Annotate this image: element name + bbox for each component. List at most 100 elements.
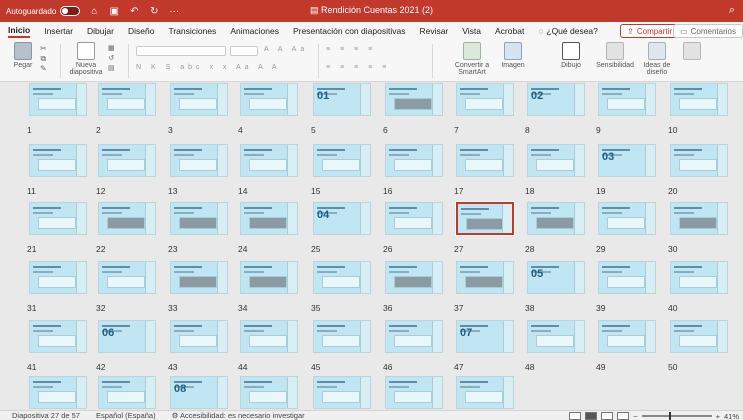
slide-thumbnail[interactable]: 07 — [456, 320, 514, 353]
autosave[interactable]: Autoguardado — [6, 6, 81, 16]
comments-button[interactable]: ▭ Comentarios — [673, 24, 743, 38]
slide-thumbnail[interactable] — [313, 376, 371, 409]
slide-thumbnail[interactable] — [240, 83, 298, 116]
slide-thumbnail[interactable]: 06 — [98, 320, 156, 353]
slide-thumbnail[interactable]: 03 — [598, 144, 656, 177]
slide-thumbnail[interactable]: 05 — [527, 261, 585, 294]
more-icon[interactable]: ··· — [168, 6, 180, 17]
paste-button[interactable]: Pegar — [10, 42, 36, 69]
tab-9[interactable]: Acrobat — [495, 26, 524, 36]
tab-4[interactable]: Transiciones — [168, 26, 216, 36]
image-button[interactable]: Imagen — [500, 42, 526, 69]
slide-thumbnail[interactable] — [29, 144, 87, 177]
slide-thumbnail[interactable] — [527, 202, 585, 235]
slide-thumbnail[interactable] — [313, 320, 371, 353]
slide-thumbnail[interactable]: 02 — [527, 83, 585, 116]
slide-thumbnail[interactable] — [29, 83, 87, 116]
slide-thumbnail[interactable] — [385, 376, 443, 409]
slide-thumbnail[interactable] — [240, 202, 298, 235]
zoom-slider[interactable] — [641, 412, 712, 420]
slide-thumbnail[interactable]: 01 — [313, 83, 371, 116]
undo-icon[interactable]: ↶ — [128, 6, 140, 17]
slide-thumbnail[interactable]: 04 — [313, 202, 371, 235]
design-ideas-button[interactable]: Ideas de diseño — [642, 42, 672, 76]
slide-thumbnail[interactable] — [98, 83, 156, 116]
slide-thumbnail[interactable] — [240, 261, 298, 294]
search-icon[interactable]: ⌕ — [729, 4, 735, 17]
share-button[interactable]: ⇪ Compartir — [620, 24, 679, 38]
slide-thumbnail[interactable] — [313, 261, 371, 294]
extra-button[interactable] — [682, 42, 702, 62]
reading-view-button[interactable] — [601, 412, 614, 420]
tab-5[interactable]: Animaciones — [230, 26, 279, 36]
slide-thumbnail[interactable]: 08 — [170, 376, 228, 409]
zoom-level[interactable]: 41% — [724, 412, 739, 420]
slide-thumbnail[interactable] — [170, 83, 228, 116]
slideshow-view-button[interactable] — [617, 412, 630, 420]
slide-thumbnail[interactable] — [670, 261, 728, 294]
slide-thumbnail[interactable] — [98, 376, 156, 409]
slide-sorter-view-button[interactable] — [585, 412, 598, 420]
slide-thumbnail[interactable] — [29, 202, 87, 235]
slide-thumbnail[interactable] — [313, 144, 371, 177]
language-indicator[interactable]: Español (España) — [96, 411, 156, 420]
tab-8[interactable]: Vista — [462, 26, 481, 36]
slide-thumbnail[interactable] — [170, 144, 228, 177]
redo-icon[interactable]: ↻ — [148, 6, 160, 17]
slide-thumbnail[interactable] — [29, 376, 87, 409]
tell-me[interactable]: ◌ ¿Qué desea? — [538, 26, 598, 36]
slide-thumbnail[interactable] — [598, 83, 656, 116]
tab-1[interactable]: Insertar — [44, 26, 73, 36]
save-icon[interactable]: ▣ — [108, 6, 120, 17]
slide-thumbnail[interactable] — [170, 320, 228, 353]
slide-thumbnail[interactable] — [170, 261, 228, 294]
slide-thumbnail[interactable] — [170, 202, 228, 235]
accessibility-indicator[interactable]: ⚙ Accesibilidad: es necesario investigar — [172, 411, 305, 420]
slide-thumbnail[interactable] — [385, 144, 443, 177]
zoom-out-icon[interactable]: − — [633, 412, 637, 420]
slide-thumbnail[interactable] — [527, 144, 585, 177]
slide-thumbnail[interactable] — [670, 83, 728, 116]
sensitivity-button[interactable]: Sensibilidad — [596, 42, 634, 69]
slide-thumbnail[interactable] — [598, 202, 656, 235]
draw-button[interactable]: Dibujo — [558, 42, 584, 69]
zoom-in-icon[interactable]: + — [716, 412, 720, 420]
section-icon[interactable]: ▤ — [108, 64, 115, 74]
font-size-tools[interactable]: A A Aa — [264, 46, 308, 53]
cut-icon[interactable]: ✂ — [40, 44, 47, 54]
list-tools[interactable]: ≡ ≡ ≡ ≡ — [326, 46, 376, 53]
normal-view-button[interactable] — [569, 412, 582, 420]
tab-3[interactable]: Diseño — [128, 26, 154, 36]
slide-thumbnail[interactable] — [385, 202, 443, 235]
new-slide-button[interactable]: Nueva diapositiva — [66, 42, 106, 76]
font-format-tools[interactable]: N K S abc x x Aa A A — [136, 64, 281, 71]
slide-thumbnail[interactable] — [240, 144, 298, 177]
slide-thumbnail[interactable] — [598, 261, 656, 294]
slide-thumbnail[interactable] — [670, 320, 728, 353]
slide-thumbnail[interactable] — [456, 144, 514, 177]
copy-icon[interactable]: ⧉ — [40, 54, 47, 64]
slide-thumbnail[interactable] — [456, 376, 514, 409]
slide-thumbnail[interactable] — [29, 261, 87, 294]
slide-thumbnail[interactable] — [98, 202, 156, 235]
slide-thumbnail[interactable] — [670, 202, 728, 235]
home-icon[interactable]: ⌂ — [88, 6, 100, 17]
slide-thumbnail[interactable] — [240, 320, 298, 353]
tab-7[interactable]: Revisar — [419, 26, 448, 36]
slide-thumbnail[interactable] — [240, 376, 298, 409]
slide-thumbnail[interactable] — [385, 320, 443, 353]
slide-thumbnail[interactable] — [385, 261, 443, 294]
slide-thumbnail[interactable] — [98, 261, 156, 294]
slide-thumbnail[interactable] — [456, 261, 514, 294]
smartart-button[interactable]: Convertir a SmartArt — [454, 42, 490, 76]
tab-2[interactable]: Dibujar — [87, 26, 114, 36]
align-tools[interactable]: ≡ ≡ ≡ ≡ ≡ — [326, 64, 390, 71]
slide-thumbnail[interactable] — [527, 320, 585, 353]
font-name-field[interactable] — [136, 46, 226, 56]
slide-thumbnail[interactable] — [385, 83, 443, 116]
zoom-knob[interactable] — [669, 412, 672, 420]
tab-0[interactable]: Inicio — [8, 25, 31, 38]
layout-icon[interactable]: ▦ — [108, 44, 115, 54]
slide-thumbnail[interactable] — [455, 201, 515, 236]
slide-thumbnail[interactable] — [29, 320, 87, 353]
